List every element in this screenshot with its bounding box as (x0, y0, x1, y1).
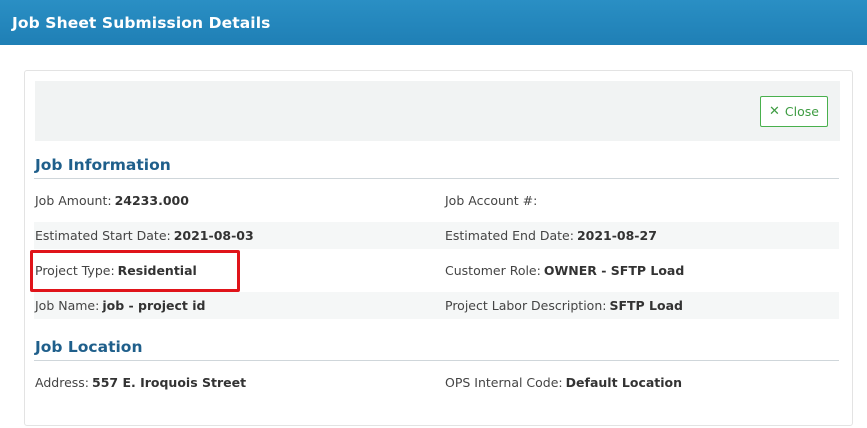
field-label: Customer Role: (445, 263, 541, 278)
field-value: Residential (117, 263, 197, 278)
field-value: Default Location (565, 375, 683, 390)
dialog-title: Job Sheet Submission Details (12, 13, 271, 32)
field-label: Project Labor Description: (445, 298, 607, 313)
action-toolbar: ✕ Close (35, 81, 840, 141)
detail-row: Estimated Start Date: 2021-08-03 Estimat… (34, 222, 839, 249)
field-value: 557 E. Iroquois Street (92, 375, 247, 390)
field-label: Project Type: (35, 263, 115, 278)
field-value: job - project id (102, 298, 206, 313)
field-label: Job Name: (35, 298, 100, 313)
close-button-label: Close (784, 104, 819, 119)
ops-internal-code-field: OPS Internal Code: Default Location (445, 369, 682, 396)
close-x-icon: ✕ (769, 104, 780, 119)
dialog-header: Job Sheet Submission Details (0, 0, 867, 45)
customer-role-field: Customer Role: OWNER - SFTP Load (445, 257, 684, 284)
field-value: OWNER - SFTP Load (543, 263, 685, 278)
job-amount-field: Job Amount: 24233.000 (35, 187, 189, 214)
field-value: SFTP Load (609, 298, 683, 313)
field-label: Estimated End Date: (445, 228, 574, 243)
estimated-start-date-field: Estimated Start Date: 2021-08-03 (35, 222, 254, 249)
detail-row: Job Amount: 24233.000 Job Account #: (34, 187, 839, 214)
field-label: Address: (35, 375, 89, 390)
job-name-field: Job Name: job - project id (35, 292, 206, 319)
project-labor-description-field: Project Labor Description: SFTP Load (445, 292, 683, 319)
address-field: Address: 557 E. Iroquois Street (35, 369, 246, 396)
detail-row: Project Type: Residential Customer Role:… (34, 257, 839, 284)
job-account-field: Job Account #: (445, 187, 540, 214)
job-location-heading: Job Location (34, 338, 839, 361)
field-value: 24233.000 (114, 193, 189, 208)
field-label: Job Amount: (35, 193, 112, 208)
field-label: Job Account #: (445, 193, 538, 208)
job-information-heading: Job Information (34, 156, 839, 179)
project-type-field: Project Type: Residential (35, 257, 197, 284)
close-button[interactable]: ✕ Close (760, 96, 828, 127)
detail-row: Address: 557 E. Iroquois Street OPS Inte… (34, 369, 839, 396)
field-label: OPS Internal Code: (445, 375, 563, 390)
detail-row: Job Name: job - project id Project Labor… (34, 292, 839, 319)
field-value: 2021-08-27 (576, 228, 657, 243)
field-value: 2021-08-03 (173, 228, 254, 243)
estimated-end-date-field: Estimated End Date: 2021-08-27 (445, 222, 657, 249)
field-label: Estimated Start Date: (35, 228, 171, 243)
